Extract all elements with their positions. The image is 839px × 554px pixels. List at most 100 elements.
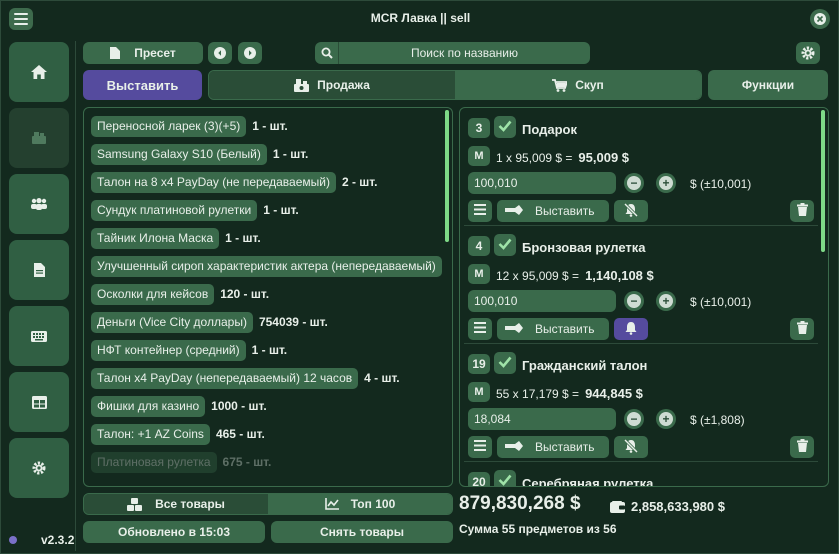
notify-toggle[interactable] — [614, 318, 648, 340]
plus-icon: + — [659, 412, 673, 426]
lot-calc: 55 x 17,179 $ = 944,845 $ — [496, 386, 643, 401]
tab-buy[interactable]: Скуп — [455, 71, 701, 99]
list-item[interactable]: Талон x4 PayDay (непередаваемый) 12 часо… — [91, 367, 400, 389]
sidebar-item-users[interactable] — [9, 174, 69, 234]
plus-icon: + — [659, 294, 673, 308]
preset-button[interactable]: Пресет — [83, 42, 203, 64]
list-item[interactable]: Переносной ларек (3)(+5) 1 - шт. — [91, 115, 288, 137]
mode-button[interactable]: M — [468, 264, 490, 284]
next-preset-button[interactable] — [238, 42, 262, 64]
list-item[interactable]: Улучшенный сироп характеристик актера (н… — [91, 255, 448, 277]
boxes-icon — [127, 497, 143, 511]
item-name[interactable]: Осколки для кейсов — [91, 283, 215, 305]
increase-button[interactable]: + — [656, 291, 676, 311]
mode-button[interactable]: M — [468, 382, 490, 402]
check-icon — [498, 356, 512, 371]
sidebar-item-home[interactable] — [9, 42, 69, 102]
lot-checkbox[interactable] — [494, 234, 516, 256]
mode-button[interactable]: M — [468, 146, 490, 166]
list-item[interactable]: Талон: +1 AZ Coins 465 - шт. — [91, 423, 265, 445]
sidebar-item-shop[interactable] — [9, 108, 69, 168]
item-name[interactable]: Фишки для казино — [91, 395, 206, 417]
item-name[interactable]: НФТ контейнер (средний) — [91, 339, 246, 361]
sidebar-item-document[interactable] — [9, 240, 69, 300]
menu-button[interactable] — [9, 8, 33, 30]
item-name[interactable]: Тайник Илона Маска — [91, 227, 220, 249]
notify-toggle[interactable] — [614, 436, 648, 458]
list-item[interactable]: Тайник Илона Маска 1 - шт. — [91, 227, 261, 249]
total-sum: 879,830,268 $ — [459, 493, 581, 514]
decrease-button[interactable]: − — [624, 291, 644, 311]
search-input[interactable]: Поиск по названию — [315, 42, 590, 64]
price-input[interactable]: 100,010 — [468, 172, 616, 194]
item-name[interactable]: Сундук платиновой рулетки — [91, 199, 258, 221]
item-name[interactable]: Деньги (Vice City доллары) — [91, 311, 253, 333]
item-count: 4 - шт. — [364, 371, 400, 385]
search-icon — [315, 42, 339, 64]
list-item[interactable]: Samsung Galaxy S10 (Белый) 1 - шт. — [91, 143, 308, 165]
filter-top100[interactable]: Топ 100 — [268, 494, 452, 514]
delete-button[interactable] — [790, 200, 814, 222]
decrease-button[interactable]: − — [624, 409, 644, 429]
notify-toggle[interactable] — [614, 200, 648, 222]
lot-checkbox[interactable] — [494, 470, 516, 486]
lots-scrollbar[interactable] — [821, 110, 825, 252]
lot-place-button[interactable]: Выставить — [497, 318, 609, 340]
lot-number: 3 — [468, 118, 490, 138]
functions-button[interactable]: Функции — [708, 70, 828, 100]
item-count: 675 - шт. — [222, 455, 272, 469]
sidebar-item-keyboard[interactable] — [9, 306, 69, 366]
mode-tabs: Продажа Скуп — [208, 70, 702, 100]
item-name[interactable]: Талон: +1 AZ Coins — [91, 423, 210, 445]
place-button[interactable]: Выставить — [83, 70, 202, 100]
lot-place-label: Выставить — [535, 204, 595, 218]
item-name[interactable]: Samsung Galaxy S10 (Белый) — [91, 143, 267, 165]
lot-place-label: Выставить — [535, 440, 595, 454]
lots-panel: 3 Подарок M 1 x 95,009 $ = 95,009 $100,010− +… — [459, 107, 829, 487]
item-name[interactable]: Талон x4 PayDay (непередаваемый) 12 часо… — [91, 367, 359, 389]
list-button[interactable] — [468, 318, 492, 340]
item-count: 1 - шт. — [252, 119, 288, 133]
settings-button[interactable] — [796, 42, 820, 64]
tab-sell[interactable]: Продажа — [209, 71, 455, 99]
price-input[interactable]: 18,084 — [468, 408, 616, 430]
sidebar-item-table[interactable] — [9, 372, 69, 432]
item-count: 2 - шт. — [341, 175, 378, 189]
lot-checkbox[interactable] — [494, 352, 516, 374]
close-button[interactable] — [810, 9, 830, 29]
increase-button[interactable]: + — [656, 173, 676, 193]
lot-place-button[interactable]: Выставить — [497, 436, 609, 458]
list-item[interactable]: Сундук платиновой рулетки 1 - шт. — [91, 199, 299, 221]
list-item[interactable]: НФТ контейнер (средний) 1 - шт. — [91, 339, 287, 361]
item-name[interactable]: Улучшенный сироп характеристик актера (н… — [91, 255, 442, 277]
price-delta: $ (±1,808) — [690, 413, 745, 427]
lot-total: 944,845 $ — [585, 386, 643, 401]
remove-goods-button[interactable]: Снять товары — [271, 521, 453, 543]
decrease-button[interactable]: − — [624, 173, 644, 193]
prev-preset-button[interactable] — [208, 42, 232, 64]
item-name[interactable]: Платиновая рулетка — [91, 451, 217, 473]
lot-checkbox[interactable] — [494, 116, 516, 138]
lot-place-button[interactable]: Выставить — [497, 200, 609, 222]
delete-button[interactable] — [790, 436, 814, 458]
list-item[interactable]: Деньги (Vice City доллары) 754039 - шт. — [91, 311, 328, 333]
item-name[interactable]: Талон на 8 x4 PayDay (не передаваемый) — [91, 171, 336, 193]
list-button[interactable] — [468, 200, 492, 222]
list-button[interactable] — [468, 436, 492, 458]
list-item[interactable]: Фишки для казино 1000 - шт. — [91, 395, 267, 417]
check-icon — [498, 238, 512, 253]
inventory-scrollbar[interactable] — [445, 110, 449, 242]
filter-all-goods[interactable]: Все товары — [84, 494, 268, 514]
list-item[interactable]: Осколки для кейсов 120 - шт. — [91, 283, 269, 305]
minus-icon: − — [627, 412, 641, 426]
updated-button[interactable]: Обновлено в 15:03 — [83, 521, 265, 543]
delete-button[interactable] — [790, 318, 814, 340]
list-item[interactable]: Платиновая рулетка 675 - шт. — [91, 451, 271, 473]
item-name[interactable]: Переносной ларек (3)(+5) — [91, 115, 247, 137]
chart-line-icon — [324, 498, 339, 510]
list-item[interactable]: Талон на 8 x4 PayDay (не передаваемый) 2 … — [91, 171, 377, 193]
increase-button[interactable]: + — [656, 409, 676, 429]
lot-card: 4 Бронзовая рулетка M 12 x 95,009 $ = 1,140,… — [464, 230, 818, 344]
price-input[interactable]: 100,010 — [468, 290, 616, 312]
sidebar-item-settings[interactable] — [9, 438, 69, 498]
